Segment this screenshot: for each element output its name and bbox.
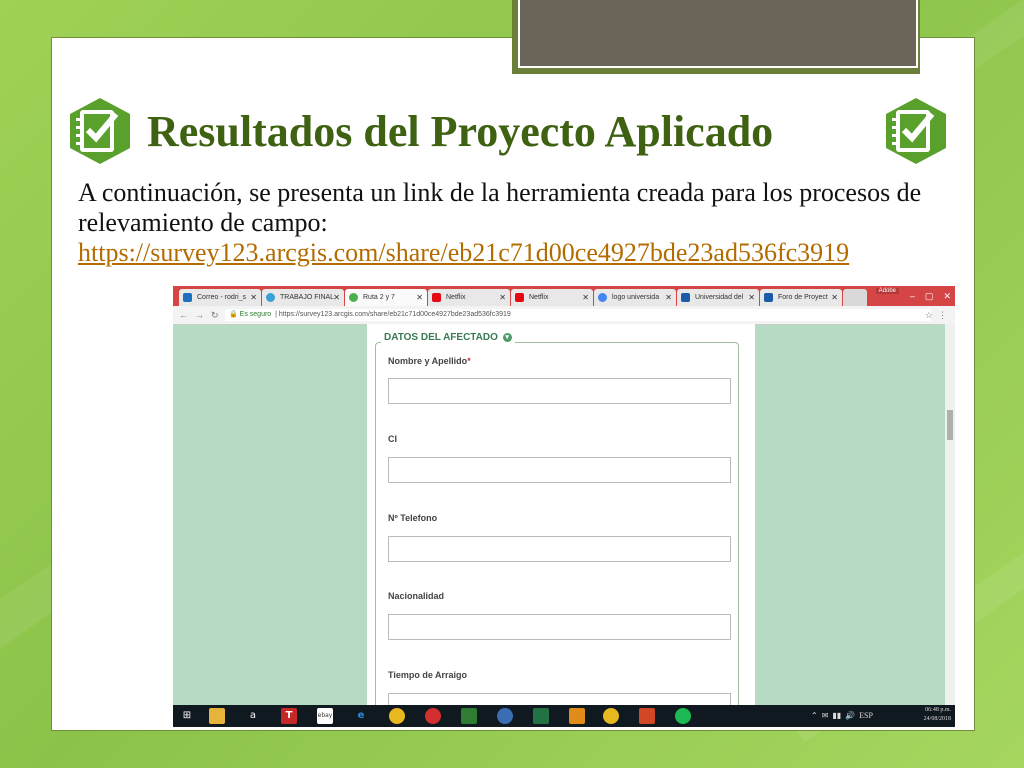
store-icon[interactable] bbox=[461, 708, 477, 724]
outlook-icon bbox=[183, 293, 192, 302]
media-icon[interactable] bbox=[569, 708, 585, 724]
browser-tab[interactable]: logo universida ✕ bbox=[594, 289, 676, 306]
new-tab-button[interactable] bbox=[843, 289, 867, 306]
survey-form: DATOS DEL AFECTADO ▾ Nombre y Apellido* … bbox=[367, 324, 755, 726]
browser-tab-bar: Correo - rodri_s ✕ TRABAJO FINAL ✕ Ruta 2 … bbox=[173, 286, 955, 306]
close-window-icon[interactable]: ✕ bbox=[943, 291, 951, 301]
search-app-icon[interactable] bbox=[497, 708, 513, 724]
browser-screenshot: Correo - rodri_s ✕ TRABAJO FINAL ✕ Ruta 2 … bbox=[173, 286, 955, 726]
field-label: Nº Telefono bbox=[388, 513, 438, 523]
minimize-icon[interactable]: – bbox=[910, 291, 915, 301]
close-icon[interactable]: ✕ bbox=[333, 289, 340, 306]
back-icon[interactable]: ← bbox=[179, 306, 188, 324]
t-app-icon[interactable]: T bbox=[281, 708, 297, 724]
survey-checklist-icon bbox=[886, 98, 946, 164]
window-controls[interactable]: – ▢ ✕ bbox=[910, 286, 951, 306]
bookmark-star-icon[interactable]: ☆ bbox=[925, 306, 933, 324]
close-icon[interactable]: ✕ bbox=[499, 289, 506, 306]
field-label: Tiempo de Arraigo bbox=[388, 670, 468, 680]
spotify-icon[interactable] bbox=[675, 708, 691, 724]
url-text: https://survey123.arcgis.com/share/eb21c… bbox=[278, 311, 511, 318]
telefono-input[interactable] bbox=[388, 536, 731, 562]
scrollbar[interactable] bbox=[945, 324, 955, 726]
chrome-icon[interactable] bbox=[603, 708, 619, 724]
clock-time: 06:48 p.m. bbox=[925, 707, 951, 713]
close-icon[interactable]: ✕ bbox=[748, 289, 755, 306]
section-header[interactable]: DATOS DEL AFECTADO ▾ bbox=[381, 332, 515, 343]
chrome-icon[interactable] bbox=[389, 708, 405, 724]
lock-icon: 🔒 bbox=[229, 311, 238, 318]
nombre-apellido-input[interactable] bbox=[388, 378, 731, 404]
ebay-icon[interactable]: ebay bbox=[317, 708, 333, 724]
edge-icon[interactable]: e bbox=[353, 708, 369, 724]
amazon-icon[interactable]: a bbox=[245, 708, 261, 724]
survey-checklist-icon bbox=[70, 98, 130, 164]
reload-icon[interactable]: ↻ bbox=[211, 306, 219, 324]
ci-input[interactable] bbox=[388, 457, 731, 483]
file-explorer-icon[interactable] bbox=[209, 708, 225, 724]
chevron-down-icon[interactable]: ▾ bbox=[502, 332, 512, 342]
forward-icon[interactable]: → bbox=[195, 306, 204, 324]
powerpoint-icon[interactable] bbox=[639, 708, 655, 724]
browser-tab[interactable]: Netflix ✕ bbox=[428, 289, 510, 306]
google-icon bbox=[598, 293, 607, 302]
system-tray-icons[interactable]: ⌃ ✉ ▮▮ 🔊 ESP bbox=[811, 705, 873, 727]
close-icon[interactable]: ✕ bbox=[416, 289, 423, 306]
browser-tab[interactable]: Correo - rodri_s ✕ bbox=[179, 289, 261, 306]
browser-tab-active[interactable]: Ruta 2 y 7 ✕ bbox=[345, 289, 427, 306]
clock[interactable]: 06:48 p.m. 24/08/2018 bbox=[924, 706, 951, 724]
browser-tab[interactable]: Foro de Proyect ✕ bbox=[760, 289, 842, 306]
netflix-icon bbox=[432, 293, 441, 302]
maximize-icon[interactable]: ▢ bbox=[925, 291, 934, 301]
scrollbar-thumb[interactable] bbox=[947, 410, 953, 440]
web-icon bbox=[266, 293, 275, 302]
close-icon[interactable]: ✕ bbox=[582, 289, 589, 306]
close-icon[interactable]: ✕ bbox=[250, 289, 257, 306]
excel-icon[interactable] bbox=[533, 708, 549, 724]
windows-start-icon[interactable]: ⊞ bbox=[179, 708, 195, 724]
survey-link[interactable]: https://survey123.arcgis.com/share/eb21c… bbox=[78, 238, 948, 268]
netflix-icon bbox=[515, 293, 524, 302]
windows-taskbar: ⊞ a T ebay e ⌃ ✉ ▮▮ 🔊 ESP 06:48 p.m. 24/… bbox=[173, 705, 955, 727]
nacionalidad-input[interactable] bbox=[388, 614, 731, 640]
field-label: CI bbox=[388, 434, 397, 444]
section-title: DATOS DEL AFECTADO bbox=[384, 332, 498, 343]
clock-date: 24/08/2018 bbox=[923, 716, 951, 722]
adobe-label: Adobe bbox=[875, 288, 899, 294]
address-bar: ← → ↻ 🔒 Es seguro | https://survey123.ar… bbox=[173, 306, 955, 325]
slide-top-tab bbox=[512, 0, 920, 74]
field-label: Nombre y Apellido* bbox=[388, 356, 471, 366]
browser-tab[interactable]: Universidad del ✕ bbox=[677, 289, 759, 306]
menu-dots-icon[interactable]: ⋮ bbox=[938, 306, 947, 324]
url-field[interactable]: 🔒 Es seguro | https://survey123.arcgis.c… bbox=[225, 309, 931, 321]
close-icon[interactable]: ✕ bbox=[665, 289, 672, 306]
university-icon bbox=[681, 293, 690, 302]
survey123-icon bbox=[349, 293, 358, 302]
opera-icon[interactable] bbox=[425, 708, 441, 724]
security-label: Es seguro bbox=[239, 311, 272, 318]
close-icon[interactable]: ✕ bbox=[831, 289, 838, 306]
field-label: Nacionalidad bbox=[388, 591, 445, 601]
browser-tab[interactable]: Netflix ✕ bbox=[511, 289, 593, 306]
university-icon bbox=[764, 293, 773, 302]
slide-body: A continuación, se presenta un link de l… bbox=[78, 178, 958, 268]
slide-title: Resultados del Proyecto Aplicado bbox=[147, 107, 774, 156]
language-indicator[interactable]: ESP bbox=[859, 711, 873, 720]
body-text: A continuación, se presenta un link de l… bbox=[78, 178, 922, 237]
browser-tab[interactable]: TRABAJO FINAL ✕ bbox=[262, 289, 344, 306]
